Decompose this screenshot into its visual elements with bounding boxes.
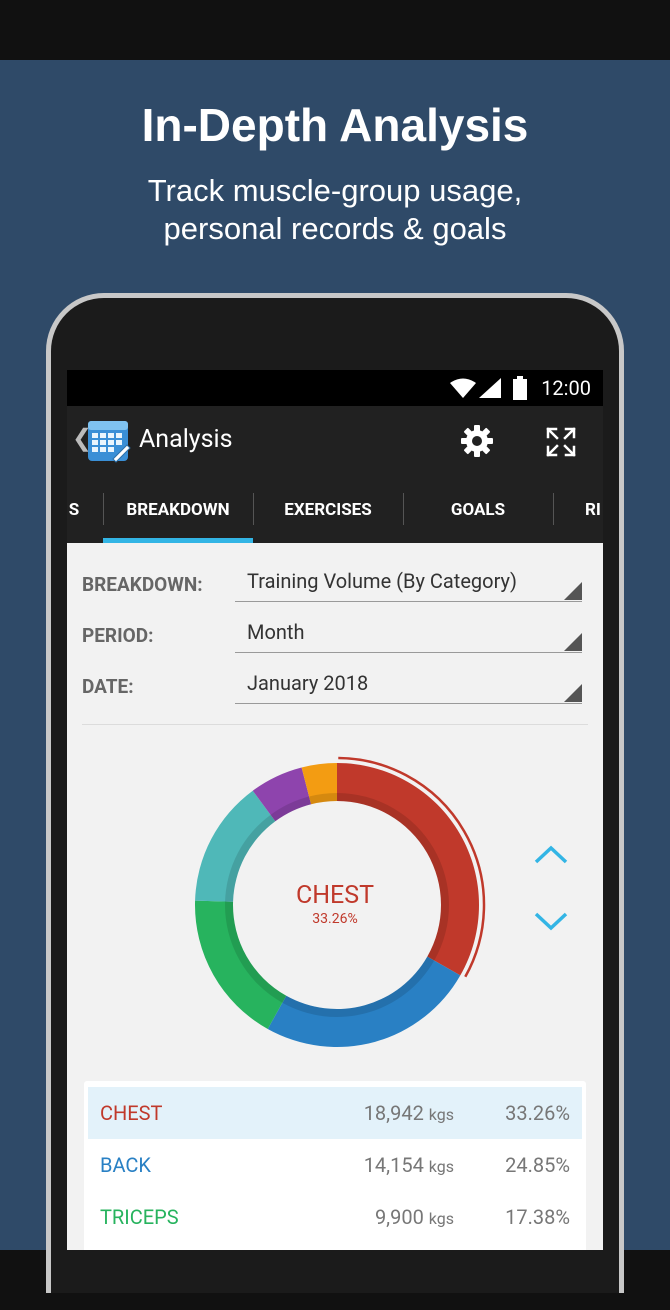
promo-subline-1: Track muscle-group usage, <box>147 173 523 208</box>
tab-next[interactable]: RI <box>585 476 603 543</box>
row-volume-unit: kgs <box>428 1209 454 1228</box>
date-value: January 2018 <box>247 671 369 695</box>
app-screen: 12:00 ❮ Analysis S BREAKDOWN EXERCISES G… <box>67 370 603 1250</box>
tab-exercises[interactable]: EXERCISES <box>253 476 403 543</box>
dropdown-arrow-icon <box>564 582 582 600</box>
table-row[interactable]: BACK 14,154 kgs 24.85% <box>88 1139 582 1191</box>
row-volume-value: 9,900 <box>374 1205 429 1229</box>
promo-subline-2: personal records & goals <box>163 211 507 246</box>
table-row[interactable]: TRICEPS 9,900 kgs 17.38% <box>88 1191 582 1243</box>
row-volume-value: 18,942 <box>363 1101 429 1125</box>
row-percentage: 33.26% <box>505 1101 570 1125</box>
chevron-down-icon[interactable] <box>533 910 569 934</box>
tab-selected-indicator <box>103 538 253 543</box>
tab-bar: S BREAKDOWN EXERCISES GOALS RI <box>67 476 603 543</box>
section-divider <box>82 724 588 725</box>
tab-breakdown[interactable]: BREAKDOWN <box>103 476 253 543</box>
row-volume-unit: kgs <box>428 1105 454 1124</box>
app-bar: ❮ Analysis <box>67 406 603 476</box>
promo-headline: In-Depth Analysis <box>141 99 529 151</box>
donut-center-label: CHEST 33.26% <box>247 882 423 928</box>
dropdown-arrow-icon <box>564 633 582 651</box>
signal-icon <box>479 378 501 398</box>
date-dropdown[interactable]: January 2018 <box>235 671 582 704</box>
tab-divider <box>553 493 554 525</box>
row-volume: 14,154 kgs <box>364 1153 454 1177</box>
row-volume: 9,900 kgs <box>375 1205 454 1229</box>
date-label: DATE: <box>82 675 134 698</box>
chevron-up-icon[interactable] <box>533 842 569 866</box>
breakdown-dropdown[interactable]: Training Volume (By Category) <box>235 569 582 602</box>
fullscreen-icon[interactable] <box>545 426 577 458</box>
breakdown-table: CHEST 18,942 kgs 33.26% BACK 14,154 kgs 24.85… <box>84 1081 586 1250</box>
dropdown-arrow-icon <box>564 684 582 702</box>
period-label: PERIOD: <box>82 624 154 647</box>
tab-previous[interactable]: S <box>67 476 87 543</box>
row-category-name: BACK <box>100 1153 151 1177</box>
status-time: 12:00 <box>541 376 591 400</box>
table-row[interactable]: CHEST 18,942 kgs 33.26% <box>88 1087 582 1139</box>
donut-selected-pct: 33.26% <box>312 911 358 927</box>
breakdown-label: BREAKDOWN: <box>82 573 203 596</box>
app-logo-icon[interactable] <box>87 419 131 463</box>
donut-slice[interactable] <box>337 763 479 976</box>
row-percentage: 24.85% <box>505 1153 570 1177</box>
period-value: Month <box>247 620 305 644</box>
row-volume: 18,942 kgs <box>364 1101 454 1125</box>
status-bar: 12:00 <box>67 370 603 406</box>
row-category-name: TRICEPS <box>100 1205 179 1229</box>
battery-icon <box>513 376 527 400</box>
donut-selected-name: CHEST <box>295 881 375 910</box>
period-dropdown[interactable]: Month <box>235 620 582 653</box>
app-title: Analysis <box>139 425 233 454</box>
breakdown-value: Training Volume (By Category) <box>247 569 517 593</box>
row-percentage: 17.38% <box>505 1205 570 1229</box>
gear-icon[interactable] <box>460 424 494 458</box>
row-volume-value: 14,154 <box>363 1153 429 1177</box>
row-category-name: CHEST <box>100 1101 163 1125</box>
wifi-icon <box>450 378 476 398</box>
tab-goals[interactable]: GOALS <box>403 476 553 543</box>
row-volume-unit: kgs <box>428 1157 454 1176</box>
promo-subline: Track muscle-group usage, personal recor… <box>0 172 670 248</box>
